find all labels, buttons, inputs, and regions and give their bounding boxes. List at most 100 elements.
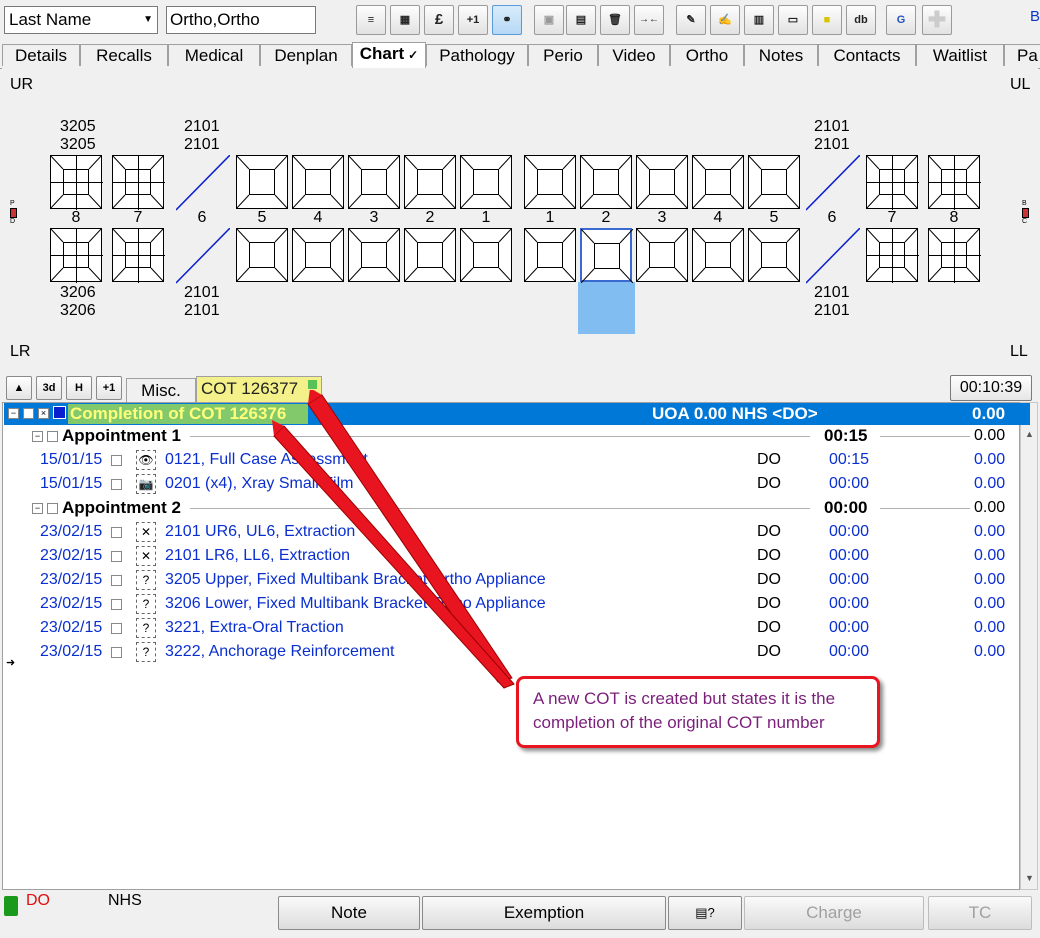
pound-icon[interactable]: £ [424,5,454,35]
tab-details[interactable]: Details [2,44,80,66]
tooth-lower-11[interactable] [692,228,744,282]
tab-ortho[interactable]: Ortho [670,44,744,66]
item-checkbox[interactable] [111,455,122,466]
item-checkbox[interactable] [111,551,122,562]
tooth-lower-4[interactable] [292,228,344,282]
pen-icon[interactable]: ✎ [676,5,706,35]
tab-misc[interactable]: Misc. [126,378,196,402]
side-right-c: C [1022,218,1028,225]
tab-recalls[interactable]: Recalls [80,44,168,66]
tooth-upper-4[interactable] [292,155,344,209]
side-label-right: B C [1022,200,1029,226]
doc-disk-icon[interactable]: ▥ [744,5,774,35]
item-checkbox[interactable] [111,527,122,538]
tooth-lower-5[interactable] [348,228,400,282]
item-dentist: DO [757,475,781,492]
tooth-upper-12[interactable] [748,155,800,209]
appointment-checkbox[interactable] [47,503,58,514]
patient-search-input[interactable]: Ortho,Ortho [166,6,316,34]
tab-waitlist[interactable]: Waitlist [916,44,1004,66]
scroll-up-icon[interactable]: ▲ [1025,429,1034,439]
tab-notes[interactable]: Notes [744,44,818,66]
h-button[interactable]: H [66,376,92,400]
exemption-button[interactable]: Exemption [422,896,666,930]
calendar-icon[interactable]: ▦ [390,5,420,35]
tooth-upper-14[interactable] [866,155,919,210]
item-cost: 0.00 [974,451,1006,468]
plus-one-icon[interactable]: +1 [458,5,488,35]
tooth-upper-15[interactable] [928,155,981,210]
up-icon[interactable]: ▲ [6,376,32,400]
card-icon[interactable]: ▭ [778,5,808,35]
item-checkbox[interactable] [111,575,122,586]
item-time: 00:00 [829,643,870,660]
save-icon[interactable]: ▣ [534,5,564,35]
tooth-lower-8[interactable] [524,228,576,282]
item-date: 23/02/15 [40,523,103,540]
tooth-upper-11[interactable] [692,155,744,209]
note-button[interactable]: Note [278,896,420,930]
charge-button[interactable]: Charge [744,896,924,930]
tooth-upper-6[interactable] [404,155,456,209]
tooth-upper-9[interactable] [580,155,632,209]
note-icon[interactable]: ■ [812,5,842,35]
link-icon[interactable]: ⚭ [492,5,522,35]
item-checkbox[interactable] [111,479,122,490]
scroll-down-icon[interactable]: ▼ [1025,873,1034,883]
item-date: 23/02/15 [40,595,103,612]
tooth-upper-7[interactable] [460,155,512,209]
3d-button[interactable]: 3d [36,376,62,400]
trash-icon[interactable]: 🗑 [600,5,630,35]
item-checkbox[interactable] [111,623,122,634]
item-checkbox[interactable] [111,599,122,610]
tab-contacts[interactable]: Contacts [818,44,916,66]
collapse-icon[interactable]: − [32,503,43,514]
pencil-doc-icon[interactable]: ✍ [710,5,740,35]
missing-tooth-line [176,228,230,284]
tooth-upper-1[interactable] [112,155,165,210]
tab-medical[interactable]: Medical [168,44,260,66]
tab-perio[interactable]: Perio [528,44,598,66]
timer-display[interactable]: 00:10:39 [950,375,1032,401]
tooth-upper-10[interactable] [636,155,688,209]
tc-button[interactable]: TC [928,896,1032,930]
tooth-lower-12[interactable] [748,228,800,282]
tooth-upper-5[interactable] [348,155,400,209]
align-icon[interactable]: ≡ [356,5,386,35]
tab-video[interactable]: Video [598,44,670,66]
tooth-lower-14[interactable] [866,228,919,283]
page-icon[interactable]: ▤ [566,5,596,35]
collapse-icon[interactable]: − [32,431,43,442]
dentist-code: DO [26,892,50,909]
search-field-select[interactable]: Last Name ▼ [4,6,158,34]
tab-denplan[interactable]: Denplan [260,44,352,66]
tab-pathology[interactable]: Pathology [426,44,528,66]
doc-query-icon[interactable]: ▤? [668,896,742,930]
appointment-cost: 0.00 [974,499,1006,516]
collapse-icon[interactable]: − [8,408,19,419]
tooth-lower-1[interactable] [112,228,165,283]
plus-one-button[interactable]: +1 [96,376,122,400]
item-checkbox[interactable] [111,647,122,658]
tooth-lower-10[interactable] [636,228,688,282]
tooth-upper-8[interactable] [524,155,576,209]
tooth-lower-9[interactable] [580,228,633,283]
tab-chart[interactable]: Chart ✓ [352,42,426,68]
tooth-lower-6[interactable] [404,228,456,282]
trash-icon[interactable] [4,896,18,916]
item-cost: 0.00 [974,547,1006,564]
row-checkbox[interactable] [23,408,34,419]
tooth-upper-3[interactable] [236,155,288,209]
tooth-upper-0[interactable] [50,155,103,210]
tab-pa[interactable]: Pa [1004,44,1040,66]
tooth-lower-7[interactable] [460,228,512,282]
close-icon[interactable]: × [38,408,49,419]
tooth-lower-0[interactable] [50,228,103,283]
tooth-lower-15[interactable] [928,228,981,283]
tooth-lower-3[interactable] [236,228,288,282]
db-icon[interactable]: db [846,5,876,35]
vertical-scrollbar[interactable]: ▲ ▼ [1020,402,1038,890]
g-icon[interactable]: G [886,5,916,35]
appointment-checkbox[interactable] [47,431,58,442]
merge-icon[interactable]: →← [634,5,664,35]
